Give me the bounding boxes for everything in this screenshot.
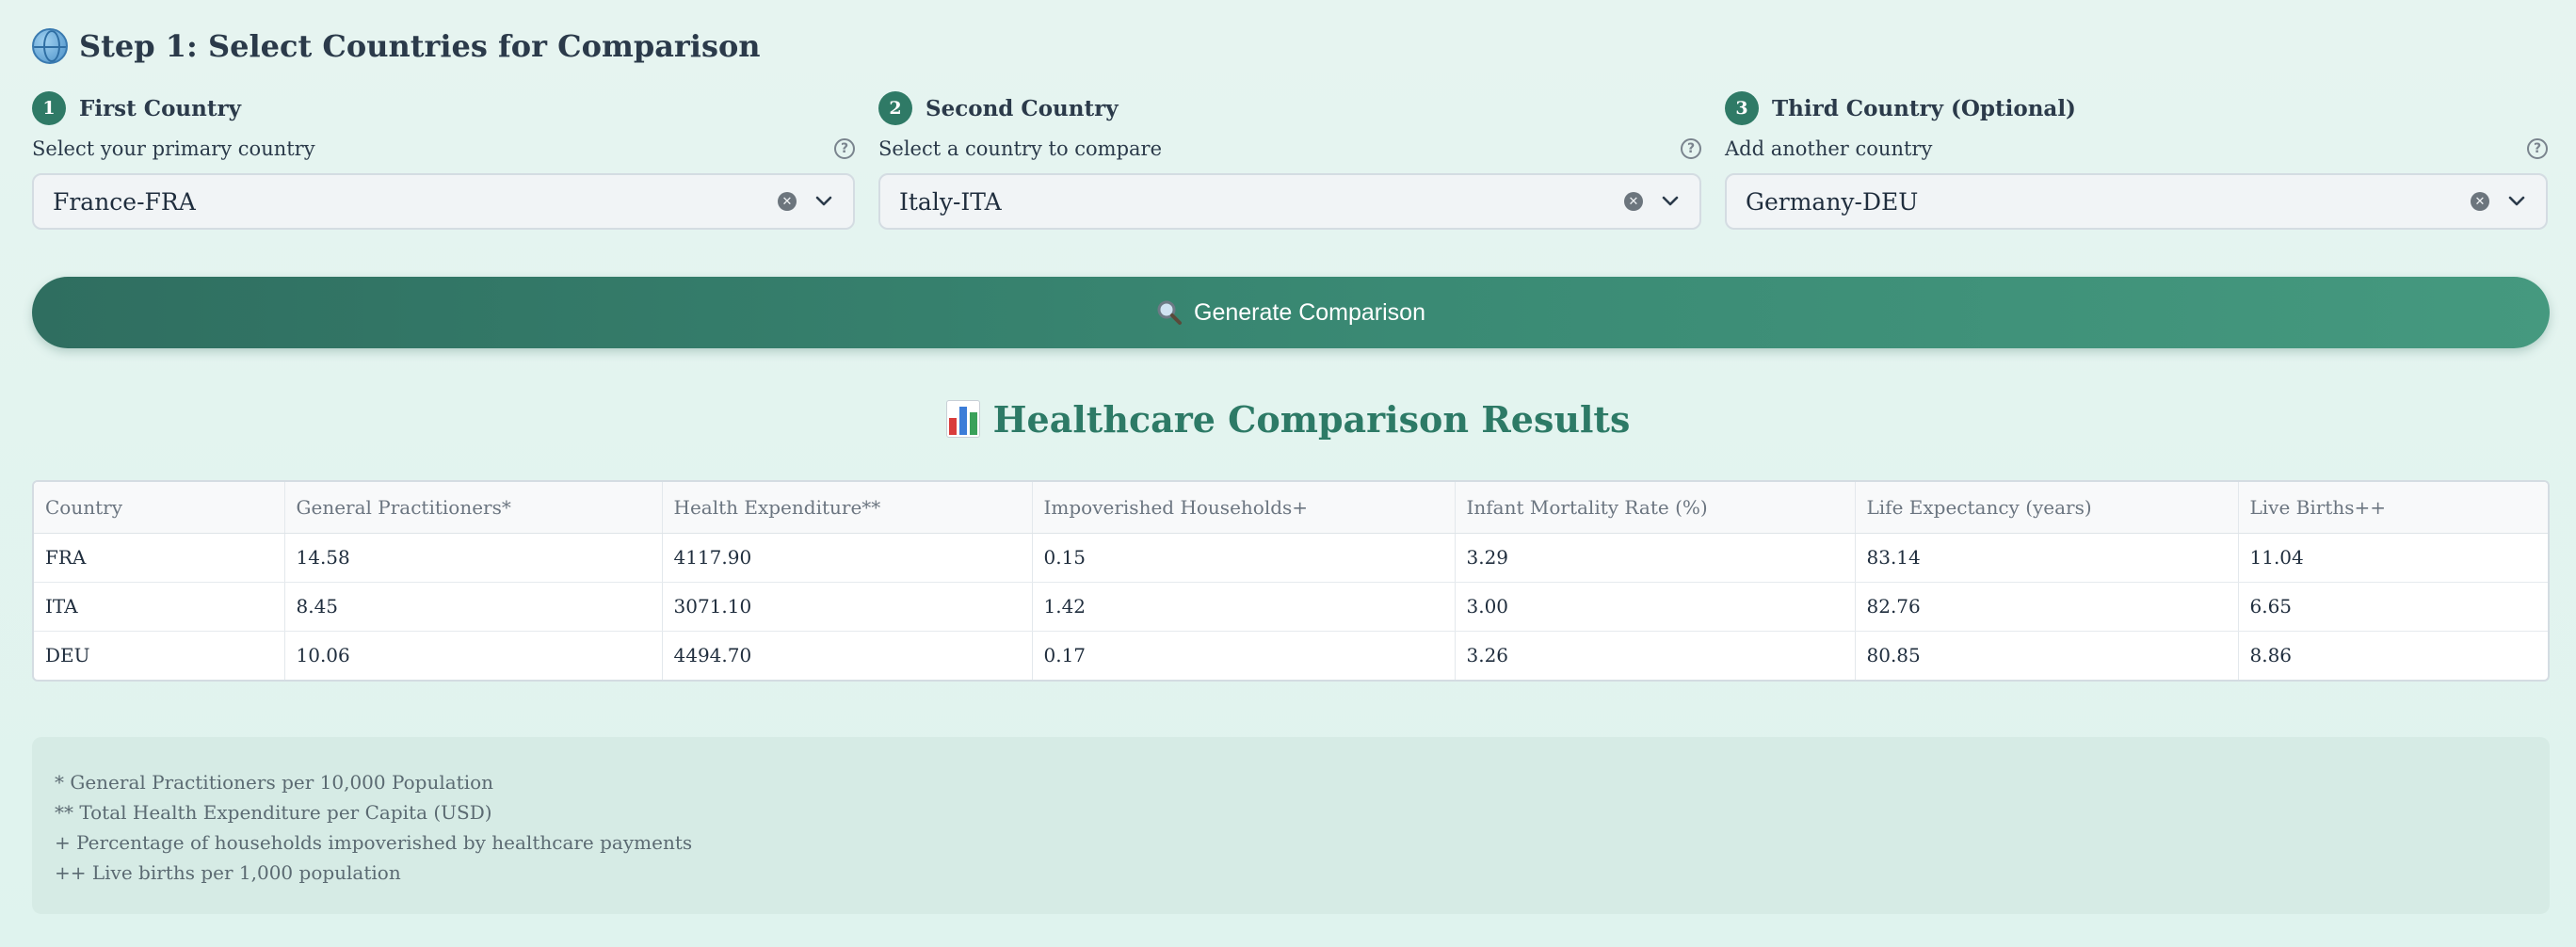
table-cell: 3.26 [1455,631,1856,680]
second-country-title: Second Country [926,95,1119,121]
chevron-down-icon[interactable] [1660,191,1681,212]
column-header[interactable]: Country [34,482,285,534]
table-cell: 83.14 [1855,533,2239,583]
help-icon[interactable]: ? [834,138,855,159]
table-cell: 1.42 [1032,582,1456,632]
third-country-section: 3 Third Country (Optional) Add another c… [1725,90,2548,230]
table-cell: 8.86 [2249,644,2293,667]
third-country-label: Add another country [1725,137,1933,160]
second-country-header: 2 Second Country [878,90,1701,126]
first-country-title: First Country [79,95,241,121]
third-country-value: Germany-DEU [1746,187,1919,216]
globe-icon [32,28,68,64]
table-cell: FRA [34,533,285,583]
table-header-row: Country General Practitioners* Health Ex… [34,482,2548,534]
step-number-badge: 2 [878,91,912,125]
generate-comparison-button[interactable]: Generate Comparison [32,277,2550,348]
table-cell: 14.58 [284,533,663,583]
second-country-value: Italy-ITA [899,187,1002,216]
first-country-value: France-FRA [53,187,196,216]
help-icon[interactable]: ? [2527,138,2548,159]
table-cell: 8.45 [284,582,663,632]
page: Step 1: Select Countries for Comparison … [0,0,2576,947]
clear-icon[interactable]: ✕ [1624,192,1643,211]
step-heading: Step 1: Select Countries for Comparison [32,24,761,68]
table-cell: 3.00 [1455,582,1856,632]
chevron-down-icon[interactable] [813,191,834,212]
table-row: FRA 14.58 4117.90 0.15 3.29 83.14 11.04 [34,533,2548,583]
table-cell: 82.76 [1855,582,2239,632]
column-header[interactable]: Impoverished Households+ [1032,482,1456,534]
select-controls: ✕ [1624,191,1681,212]
step-number-badge: 3 [1725,91,1759,125]
first-country-label: Select your primary country [32,137,315,160]
footnote: + Percentage of households impoverished … [55,831,693,854]
bar-chart-icon [945,400,980,438]
clear-icon[interactable]: ✕ [2471,192,2489,211]
footnote: ** Total Health Expenditure per Capita (… [55,801,492,824]
column-header[interactable]: Health Expenditure** [662,482,1033,534]
step-number-badge: 1 [32,91,66,125]
table-cell: 6.65 [2238,582,2548,632]
table-cell: 4117.90 [662,533,1033,583]
second-country-label: Select a country to compare [878,137,1163,160]
table-cell: 80.85 [1855,631,2239,680]
first-country-header: 1 First Country [32,90,855,126]
first-country-select[interactable]: France-FRA ✕ [32,173,855,230]
table-cell: 4494.70 [662,631,1033,680]
first-country-section: 1 First Country Select your primary coun… [32,90,855,230]
third-country-header: 3 Third Country (Optional) [1725,90,2548,126]
column-header[interactable]: General Practitioners* [284,482,663,534]
help-icon[interactable]: ? [1681,138,1701,159]
clear-icon[interactable]: ✕ [778,192,797,211]
footnote: * General Practitioners per 10,000 Popul… [55,771,494,794]
table-cell: DEU [34,631,285,680]
table-cell: 0.15 [1032,533,1456,583]
table-cell: ITA [34,582,285,632]
chevron-down-icon[interactable] [2506,191,2527,212]
footnote: ++ Live births per 1,000 population [55,861,401,884]
generate-label: Generate Comparison [1194,298,1425,326]
column-header[interactable]: Live Births++ [2238,482,2548,534]
first-country-label-row: Select your primary country ? [32,134,855,164]
select-controls: ✕ [778,191,834,212]
third-country-select[interactable]: Germany-DEU ✕ [1725,173,2548,230]
magnifier-icon [1156,299,1183,326]
third-country-label-row: Add another country ? [1725,134,2548,164]
second-country-section: 2 Second Country Select a country to com… [878,90,1701,230]
results-title: Healthcare Comparison Results [992,397,1631,441]
column-header[interactable]: Infant Mortality Rate (%) [1455,482,1856,534]
table-row: ITA 8.45 3071.10 1.42 3.00 82.76 6.65 [34,582,2548,632]
third-country-title: Third Country (Optional) [1772,95,2076,121]
select-controls: ✕ [2471,191,2527,212]
table-cell: 11.04 [2238,533,2548,583]
table-cell: 0.17 [1032,631,1456,680]
table-cell: 3.29 [1455,533,1856,583]
table-cell: 10.06 [284,631,663,680]
step-title: Step 1: Select Countries for Comparison [79,28,761,64]
table-row: DEU 10.06 4494.70 0.17 3.26 80.85 8.86 [34,631,2548,680]
second-country-label-row: Select a country to compare ? [878,134,1701,164]
second-country-select[interactable]: Italy-ITA ✕ [878,173,1701,230]
comparison-table: Country General Practitioners* Health Ex… [32,480,2550,682]
footnotes-panel: * General Practitioners per 10,000 Popul… [32,737,2550,914]
column-header[interactable]: Life Expectancy (years) [1855,482,2239,534]
results-heading: Healthcare Comparison Results [0,393,2576,444]
table-cell: 3071.10 [662,582,1033,632]
